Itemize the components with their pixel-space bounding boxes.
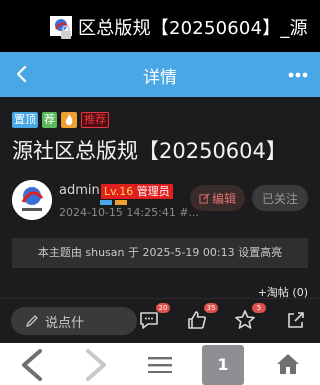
medal-icon (100, 200, 112, 205)
menu-icon[interactable] (148, 357, 172, 373)
pencil-icon (25, 315, 38, 328)
comments-count: 20 (156, 303, 170, 313)
star-icon (235, 310, 255, 329)
share-button[interactable] (285, 309, 307, 331)
lock-icon (61, 25, 71, 39)
pinned-badge: 置顶 (12, 112, 38, 128)
post-date: 2024-10-15 14:25:41 #... (59, 206, 200, 219)
medal-icon (115, 200, 127, 205)
comment-input[interactable]: 说点什 (11, 307, 137, 335)
comment-placeholder: 说点什 (45, 315, 85, 331)
share-icon (288, 312, 304, 328)
comments-button[interactable]: 20 (138, 303, 170, 331)
thread-title: 源社区总版规【20250604】 (12, 139, 287, 163)
thumbs-up-icon (188, 311, 206, 329)
browser-forward-icon[interactable] (80, 347, 114, 383)
favorite-button[interactable]: 5 (234, 303, 266, 331)
featured-badge: 推荐 (81, 112, 109, 128)
tabs-button[interactable]: 1 (202, 345, 244, 385)
edit-icon (199, 193, 210, 204)
highlight-notice: 本主题由 shusan 于 2025-5-19 00:13 设置高亮 (12, 238, 308, 268)
window-title-bar: 区总版规【20250604】_源 (0, 0, 320, 52)
edit-button[interactable]: 编辑 (190, 185, 245, 211)
avatar[interactable] (12, 180, 52, 220)
likes-count: 35 (204, 303, 218, 313)
follow-button[interactable]: 已关注 (252, 185, 308, 211)
browser-back-icon[interactable] (14, 347, 48, 383)
page-title: 详情 (143, 68, 177, 88)
edit-label: 编辑 (211, 191, 236, 206)
like-button[interactable]: 35 (186, 303, 218, 331)
more-icon[interactable] (288, 72, 308, 78)
action-bar: 说点什 20 35 5 (0, 298, 320, 343)
recommended-badge: 荐 (42, 112, 57, 128)
favorites-count: 5 (252, 303, 266, 313)
user-medals (100, 200, 127, 205)
app-header: 详情 (0, 52, 320, 97)
browser-toolbar: 1 (0, 343, 320, 385)
comment-icon (140, 312, 158, 329)
home-icon[interactable] (276, 353, 300, 375)
level-text: Lv.16 (104, 185, 134, 198)
user-level-badge: Lv.16 管理员 (101, 184, 173, 199)
window-title: 区总版规【20250604】_源 (78, 18, 308, 39)
role-text: 管理员 (136, 185, 170, 198)
author-name[interactable]: admin (59, 183, 100, 198)
thread-badges: 置顶 荐 推荐 (12, 112, 109, 128)
hot-icon (61, 112, 77, 128)
